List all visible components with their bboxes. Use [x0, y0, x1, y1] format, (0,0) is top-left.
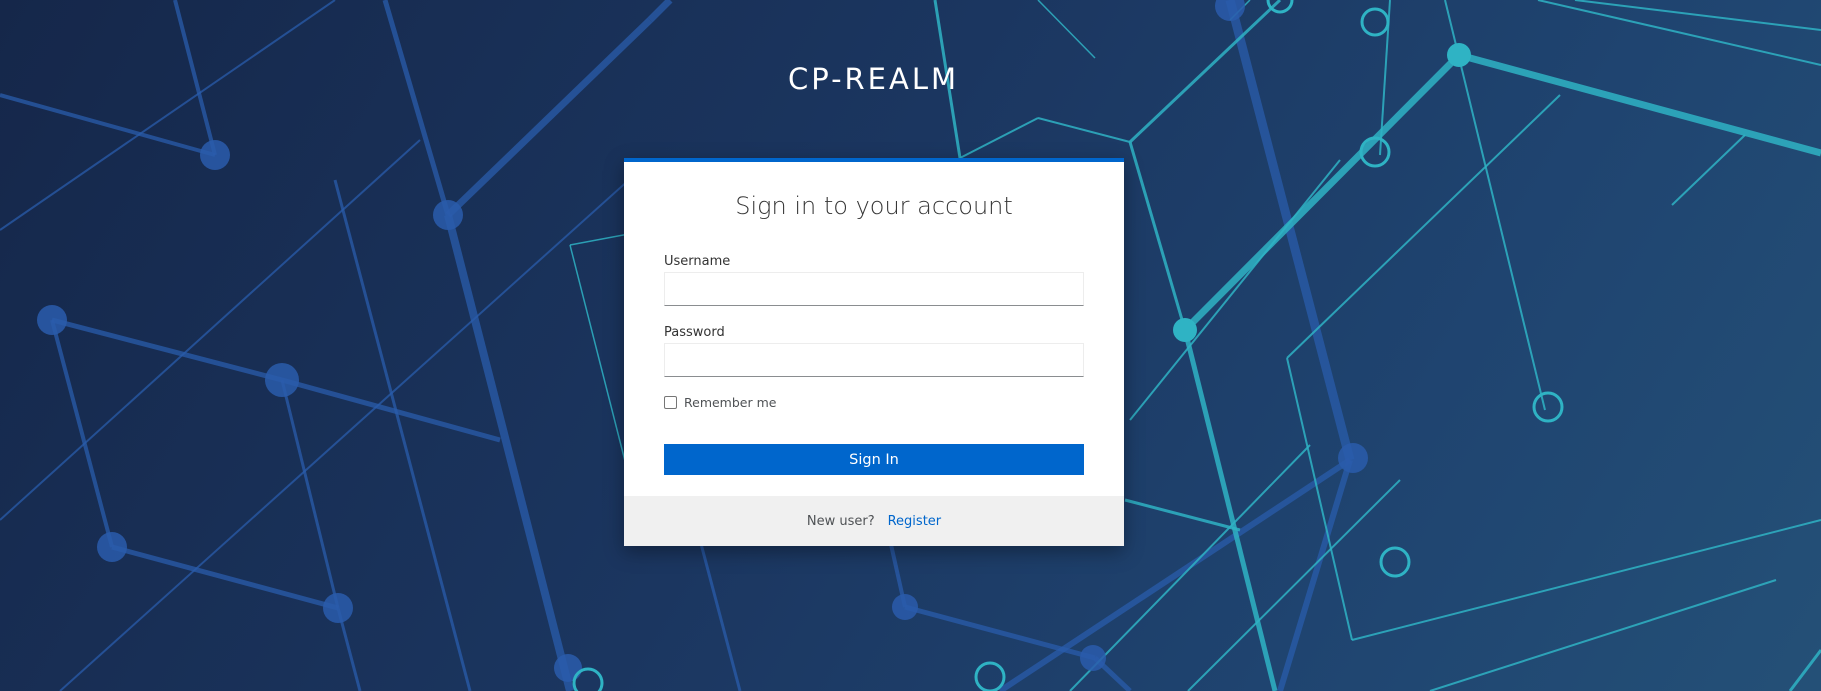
remember-me-label[interactable]: Remember me	[684, 395, 776, 410]
login-card: Sign in to your account Username Passwor…	[624, 158, 1124, 546]
password-input[interactable]	[664, 343, 1084, 377]
registration-footer: New user? Register	[624, 496, 1124, 546]
register-link[interactable]: Register	[888, 514, 942, 529]
remember-me-row[interactable]: Remember me	[664, 395, 776, 410]
realm-title: CP-REALM	[787, 62, 960, 96]
password-label: Password	[664, 325, 725, 340]
username-label: Username	[664, 254, 731, 269]
login-heading: Sign in to your account	[735, 192, 1013, 220]
username-input[interactable]	[664, 272, 1084, 306]
sign-in-button[interactable]: Sign In	[664, 444, 1084, 475]
new-user-text: New user?	[806, 513, 875, 529]
remember-me-checkbox[interactable]	[664, 396, 677, 409]
